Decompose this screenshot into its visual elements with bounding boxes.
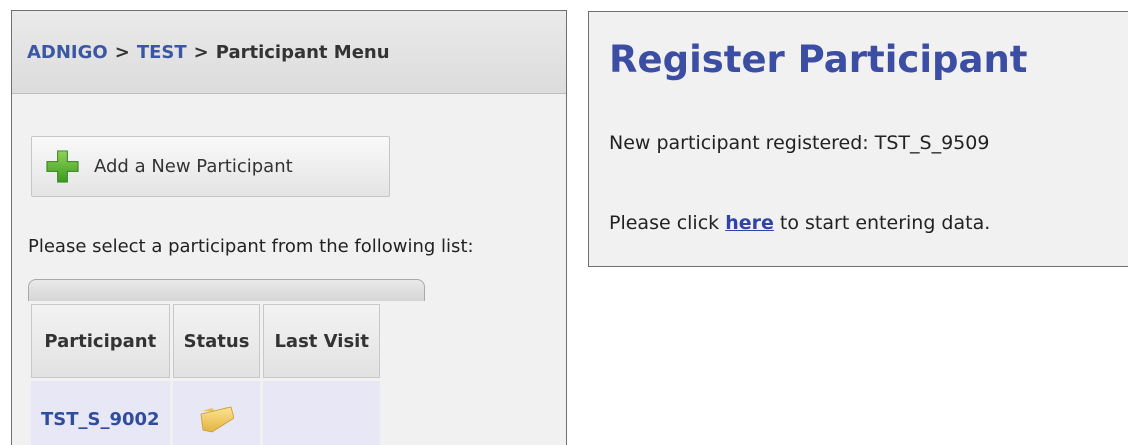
breadcrumb-link-adnigo[interactable]: ADNIGO (27, 42, 108, 63)
breadcrumb-current: Participant Menu (215, 41, 390, 63)
click-prefix-text: Please click (609, 212, 720, 234)
page-title: Register Participant (609, 38, 1028, 81)
participant-table: Participant Status Last Visit TST_S_9002 (28, 301, 383, 445)
add-participant-label: Add a New Participant (94, 156, 293, 177)
participant-id-link[interactable]: TST_S_9002 (31, 381, 170, 445)
table-row[interactable]: TST_S_9002 (31, 381, 380, 445)
breadcrumb-separator: > (193, 41, 209, 63)
breadcrumb-separator: > (114, 41, 130, 63)
column-header-last-visit[interactable]: Last Visit (263, 304, 380, 378)
status-cell (172, 381, 261, 445)
click-suffix-text: to start entering data. (779, 212, 991, 234)
table-header-row: Participant Status Last Visit (31, 304, 380, 378)
folder-icon[interactable] (200, 405, 234, 433)
register-participant-panel: Register Participant New participant reg… (588, 11, 1128, 267)
start-data-entry-link[interactable]: here (725, 212, 774, 234)
last-visit-cell (263, 381, 380, 445)
add-participant-button[interactable]: Add a New Participant (31, 136, 390, 197)
breadcrumb: ADNIGO > TEST > Participant Menu (12, 11, 566, 94)
registration-message: New participant registered: TST_S_9509 (609, 132, 990, 154)
column-header-status[interactable]: Status (172, 304, 261, 378)
participant-menu-panel: ADNIGO > TEST > Participant Menu Add a N… (11, 10, 567, 445)
column-header-participant[interactable]: Participant (31, 304, 170, 378)
start-data-entry-text: Please click here to start entering data… (609, 212, 990, 234)
table-caption-bar (28, 279, 425, 301)
breadcrumb-link-test[interactable]: TEST (137, 42, 187, 63)
plus-icon (46, 150, 79, 183)
instruction-text: Please select a participant from the fol… (28, 236, 474, 257)
